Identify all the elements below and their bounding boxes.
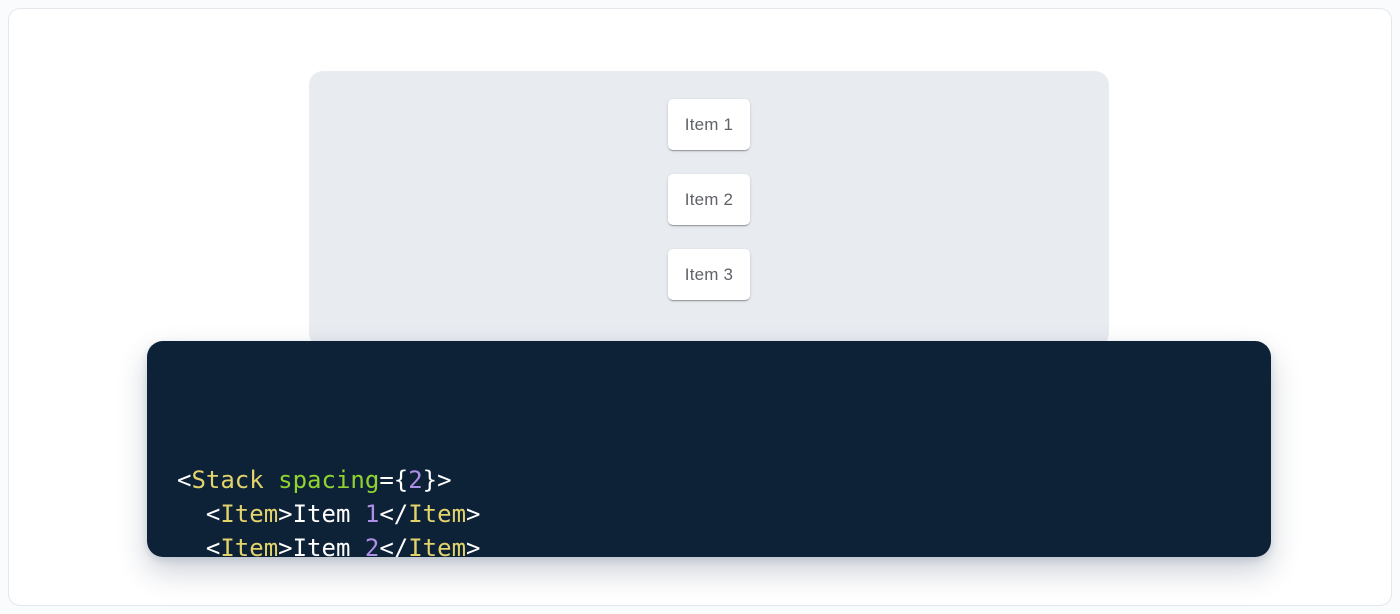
code-token: ={ xyxy=(379,466,408,494)
code-token: < xyxy=(206,534,220,557)
stack-container: Item 1 Item 2 Item 3 xyxy=(309,71,1109,300)
code-token xyxy=(177,534,206,557)
code-block: <Stack spacing={2}> <Item>Item 1</Item> … xyxy=(147,341,1271,557)
code-token: Item xyxy=(408,500,466,528)
code-token xyxy=(264,466,278,494)
code-token: Stack xyxy=(191,466,263,494)
stack-item-label: Item 1 xyxy=(685,115,733,135)
code-token: > xyxy=(466,500,480,528)
demo-preview-panel: Item 1 Item 2 Item 3 xyxy=(309,71,1109,347)
code-token: > xyxy=(278,534,292,557)
stack-item-label: Item 3 xyxy=(685,265,733,285)
code-token: < xyxy=(206,500,220,528)
code-token: </ xyxy=(379,534,408,557)
code-token: }> xyxy=(423,466,452,494)
code-token: < xyxy=(177,466,191,494)
stack-item: Item 3 xyxy=(668,249,750,300)
code-token: Item xyxy=(220,500,278,528)
code-token: spacing xyxy=(278,466,379,494)
content-card: Item 1Item 2Item 3 <Stack spacing={2}> <… xyxy=(8,8,1392,606)
stack-item: Item 1 xyxy=(668,99,750,150)
code-token: </ xyxy=(379,500,408,528)
code-token: Item xyxy=(293,500,365,528)
code-token: Item xyxy=(408,534,466,557)
code-token: > xyxy=(278,500,292,528)
code-line: <Item>Item 1</Item> xyxy=(177,498,1241,532)
code-token: 2 xyxy=(365,534,379,557)
code-content: <Stack spacing={2}> <Item>Item 1</Item> … xyxy=(177,363,1241,557)
code-line: <Stack spacing={2}> xyxy=(177,464,1241,498)
stack-item: Item 2 xyxy=(668,174,750,225)
code-token xyxy=(177,500,206,528)
code-token: Item xyxy=(293,534,365,557)
code-token: 1 xyxy=(365,500,379,528)
code-token: > xyxy=(466,534,480,557)
code-token: Item xyxy=(220,534,278,557)
page: { "demo": { "items": [ { "label": "Item … xyxy=(0,0,1400,614)
code-line: <Item>Item 2</Item> xyxy=(177,532,1241,557)
code-token: 2 xyxy=(408,466,422,494)
stack-item-label: Item 2 xyxy=(685,190,733,210)
